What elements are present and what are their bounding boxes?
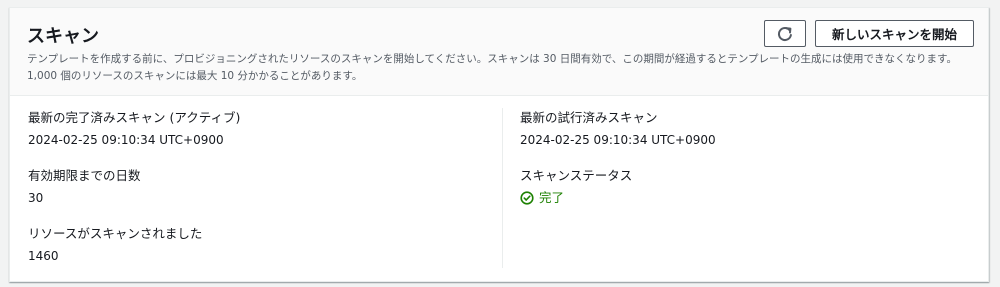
refresh-icon [778, 26, 792, 41]
days-until-expiry-label: 有効期限までの日数 [28, 168, 141, 183]
scan-status-field: スキャンステータス 完了 [520, 166, 970, 224]
resources-scanned-field: リソースがスキャンされました 1460 [28, 224, 498, 282]
scan-status-indicator: 完了 [520, 188, 970, 208]
panel-title: スキャン [27, 26, 99, 47]
latest-attempted-scan-label: 最新の試行済みスキャン [520, 110, 658, 125]
scan-details-right: 最新の試行済みスキャン 2024-02-25 09:10:34 UTC+0900… [520, 108, 970, 224]
resources-scanned-value: 1460 [28, 249, 59, 263]
scan-status-label: スキャンステータス [520, 168, 633, 183]
panel-description: テンプレートを作成する前に、プロビジョニングされたリソースのスキャンを開始してく… [27, 53, 957, 82]
column-divider [502, 108, 503, 268]
scan-status-value: 完了 [539, 190, 565, 205]
scan-panel: スキャン テンプレートを作成する前に、プロビジョニングされたリソースのスキャンを… [9, 7, 989, 282]
latest-completed-scan-value: 2024-02-25 09:10:34 UTC+0900 [28, 133, 224, 147]
days-until-expiry-field: 有効期限までの日数 30 [28, 166, 498, 224]
resources-scanned-label: リソースがスキャンされました [28, 226, 203, 241]
latest-completed-scan-label: 最新の完了済みスキャン (アクティブ) [28, 110, 241, 125]
days-until-expiry-value: 30 [28, 191, 44, 205]
scan-details-left: 最新の完了済みスキャン (アクティブ) 2024-02-25 09:10:34 … [28, 108, 498, 282]
latest-attempted-scan-value: 2024-02-25 09:10:34 UTC+0900 [520, 133, 716, 147]
latest-attempted-scan-field: 最新の試行済みスキャン 2024-02-25 09:10:34 UTC+0900 [520, 108, 970, 166]
latest-completed-scan-field: 最新の完了済みスキャン (アクティブ) 2024-02-25 09:10:34 … [28, 108, 498, 166]
start-new-scan-button[interactable]: 新しいスキャンを開始 [815, 20, 974, 47]
success-check-icon [520, 191, 534, 205]
refresh-button[interactable] [764, 20, 806, 47]
scan-panel-header: スキャン テンプレートを作成する前に、プロビジョニングされたリソースのスキャンを… [10, 8, 988, 96]
